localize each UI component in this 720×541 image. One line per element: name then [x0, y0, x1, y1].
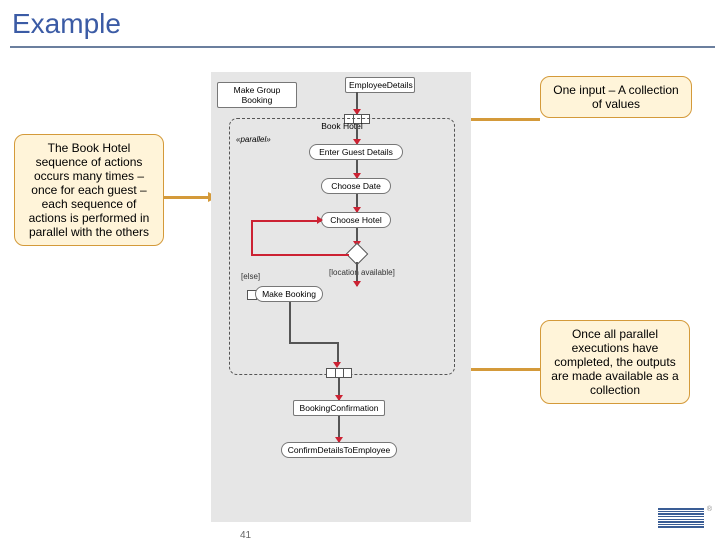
flow-arrow-icon [338, 378, 340, 400]
flow-arrow-icon [356, 92, 358, 114]
arrow-head-icon [317, 216, 323, 224]
callout-parallel-done: Once all parallel executions have comple… [540, 320, 690, 404]
node-confirm-details: ConfirmDetailsToEmployee [281, 442, 397, 458]
flow-arrow-icon [356, 124, 358, 144]
expansion-node-out [326, 368, 352, 378]
flow-arrow-icon [356, 160, 358, 178]
region-title: Book Hotel [230, 121, 454, 131]
title-divider [10, 46, 715, 48]
page-title: Example [0, 0, 720, 44]
node-enter-guest-details: Enter Guest Details [309, 144, 403, 160]
ibm-logo-icon [658, 508, 704, 528]
flow-edge [337, 342, 339, 364]
diagram-canvas: Make Group Booking EmployeeDetails Book … [211, 72, 471, 522]
node-make-group-booking: Make Group Booking [217, 82, 297, 108]
node-choose-date: Choose Date [321, 178, 391, 194]
flow-edge [251, 220, 321, 222]
guard-location-available: [location available] [329, 268, 395, 277]
callout-one-input: One input – A collection of values [540, 76, 692, 118]
node-booking-confirmation: BookingConfirmation [293, 400, 385, 416]
flow-edge [251, 220, 253, 256]
callout-arrow [164, 196, 208, 199]
node-make-booking: Make Booking [255, 286, 323, 302]
callout-book-hotel: The Book Hotel sequence of actions occur… [14, 134, 164, 246]
page-number: 41 [240, 530, 251, 541]
region-keyword: «parallel» [236, 135, 271, 144]
flow-arrow-icon [356, 194, 358, 212]
node-choose-hotel: Choose Hotel [321, 212, 391, 228]
flow-edge [289, 342, 337, 344]
flow-arrow-icon [356, 262, 358, 286]
flow-edge [289, 302, 291, 342]
flow-edge [251, 254, 349, 256]
node-employee-details: EmployeeDetails [345, 77, 415, 93]
flow-arrow-icon [338, 416, 340, 442]
guard-else: [else] [241, 272, 260, 281]
